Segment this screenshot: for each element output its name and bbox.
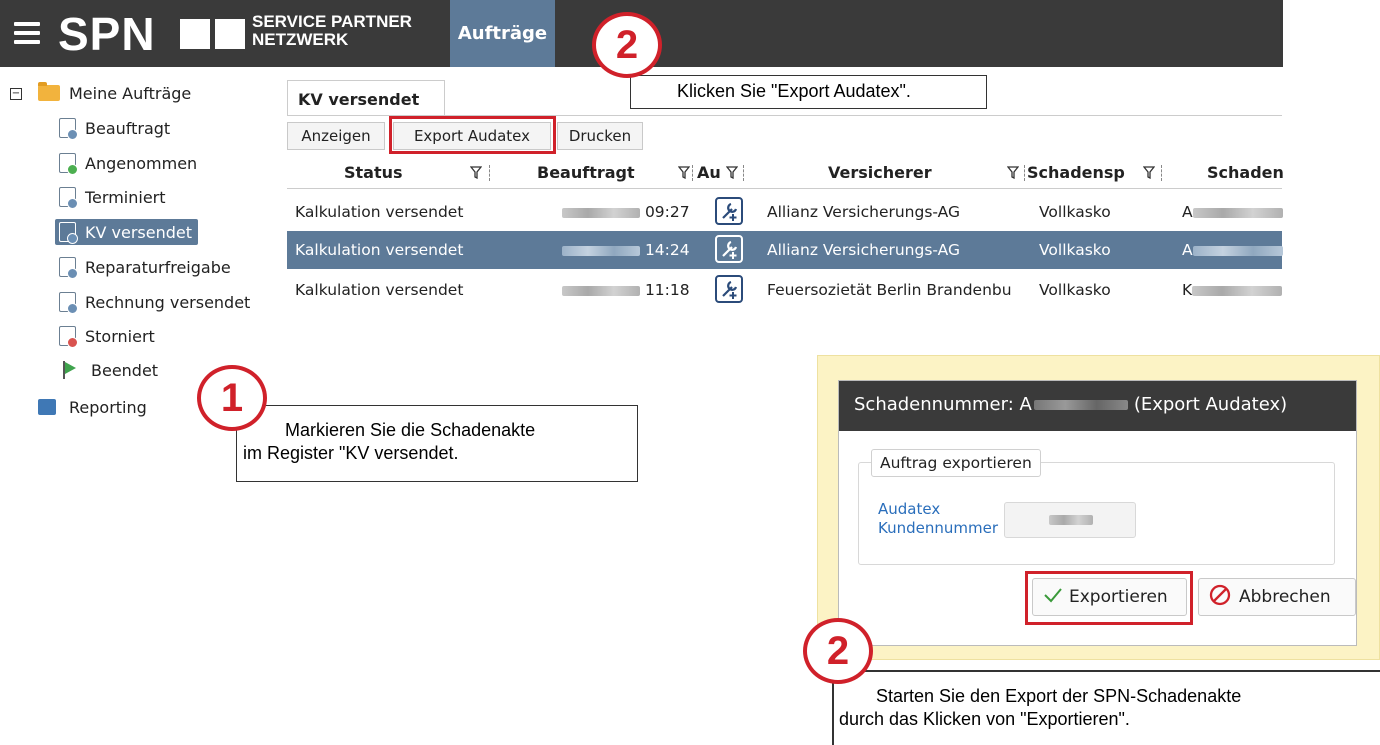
fieldset-legend: Auftrag exportieren	[871, 449, 1041, 477]
table-header: Status Beauftragt Au Versicherer Schaden…	[287, 155, 1284, 189]
cell-beauftragt: 09:27	[562, 203, 690, 221]
column-separator[interactable]	[1024, 165, 1025, 181]
logo-square-2	[215, 19, 245, 49]
cell-schadensparte: Vollkasko	[1039, 281, 1111, 299]
column-au[interactable]: Au	[697, 163, 721, 182]
report-book-icon	[38, 399, 56, 415]
step-badge-2: 2	[592, 12, 662, 78]
sidebar-item-storniert[interactable]: Storniert	[59, 323, 155, 349]
filter-icon[interactable]	[678, 166, 690, 179]
sidebar-item-terminiert[interactable]: Terminiert	[59, 184, 166, 210]
column-beauftragt[interactable]: Beauftragt	[537, 163, 635, 182]
sidebar-item-rechnung-versendet[interactable]: Rechnung versendet	[59, 289, 250, 315]
cell-status: Kalkulation versendet	[295, 241, 464, 259]
document-clock-icon	[59, 187, 78, 209]
cell-schadensparte: Vollkasko	[1039, 241, 1111, 259]
column-schaden[interactable]: Schaden	[1207, 163, 1284, 182]
cell-schaden: K	[1182, 281, 1283, 299]
sidebar-item-angenommen[interactable]: Angenommen	[59, 150, 197, 176]
filter-icon[interactable]	[470, 166, 482, 179]
filter-icon[interactable]	[1007, 166, 1019, 179]
anzeigen-button[interactable]: Anzeigen	[287, 122, 385, 150]
column-status[interactable]: Status	[344, 163, 403, 182]
sidebar-item-kv-versendet[interactable]: KV versendet	[55, 219, 199, 245]
table-row[interactable]: Kalkulation versendet 11:18 Feuersozietä…	[287, 271, 1283, 309]
wrench-plus-icon[interactable]	[715, 275, 743, 303]
audatex-kundennummer-field[interactable]	[1004, 502, 1136, 538]
callout-line-step3	[832, 670, 1380, 672]
callout-text-step3-line2: durch das Klicken von "Exportieren".	[839, 709, 1130, 729]
cell-schadensparte: Vollkasko	[1039, 203, 1111, 221]
callout-text-step2: Klicken Sie "Export Audatex".	[677, 81, 911, 101]
cell-versicherer: Allianz Versicherungs-AG	[767, 203, 961, 221]
cancel-circle-icon	[1209, 584, 1231, 611]
wrench-plus-icon[interactable]	[715, 197, 743, 225]
brand-logo: SPN	[58, 8, 156, 60]
table-row[interactable]: Kalkulation versendet 09:27 Allianz Vers…	[287, 193, 1283, 231]
sidebar-item-beauftragt[interactable]: Beauftragt	[59, 115, 170, 141]
step-badge-1: 1	[197, 365, 267, 431]
cell-beauftragt: 14:24	[562, 241, 690, 259]
filter-icon[interactable]	[1143, 166, 1155, 179]
drucken-button[interactable]: Drucken	[557, 122, 643, 150]
callout-text-step3-line1: Starten Sie den Export der SPN-Schadenak…	[876, 686, 1242, 706]
document-edit-icon	[59, 257, 78, 279]
tree-root-meine-auftraege[interactable]: Meine Aufträge	[38, 80, 191, 106]
table-row-selected[interactable]: Kalkulation versendet 14:24 Allianz Vers…	[287, 231, 1283, 269]
sidebar-item-reporting[interactable]: Reporting	[38, 394, 147, 420]
document-icon	[59, 118, 78, 140]
column-separator[interactable]	[743, 165, 744, 181]
abbrechen-button[interactable]: Abbrechen	[1198, 578, 1356, 616]
sidebar-item-reparaturfreigabe[interactable]: Reparaturfreigabe	[59, 254, 231, 280]
filter-icon[interactable]	[726, 166, 738, 179]
callout-text-step1-line2: im Register "KV versendet.	[243, 443, 459, 463]
brand-subtitle: SERVICE PARTNER NETZWERK	[252, 12, 412, 49]
column-separator[interactable]	[692, 165, 693, 181]
document-invoice-icon	[59, 292, 78, 314]
cell-status: Kalkulation versendet	[295, 203, 464, 221]
column-schadensparte[interactable]: Schadensp	[1027, 163, 1141, 182]
wrench-plus-icon[interactable]	[715, 235, 743, 263]
tree-collapse-toggle[interactable]: −	[10, 88, 22, 100]
document-accepted-icon	[59, 153, 78, 175]
sidebar-item-beendet[interactable]: Beendet	[59, 357, 158, 383]
logo-square-1	[180, 19, 210, 49]
hamburger-menu-icon[interactable]	[14, 22, 40, 44]
cell-schaden: A	[1182, 203, 1283, 221]
cell-beauftragt: 11:18	[562, 281, 690, 299]
column-separator[interactable]	[489, 165, 490, 181]
flag-icon	[63, 361, 77, 379]
column-versicherer[interactable]: Versicherer	[828, 163, 932, 182]
folder-icon	[38, 82, 60, 101]
document-cancelled-icon	[59, 326, 78, 348]
cell-versicherer: Allianz Versicherungs-AG	[767, 241, 961, 259]
column-separator[interactable]	[1161, 165, 1162, 181]
highlight-export-audatex	[389, 116, 556, 154]
nav-tab-auftraege[interactable]: Aufträge	[450, 0, 555, 67]
cell-schaden: A	[1182, 241, 1283, 259]
dialog-title: Schadennummer: A (Export Audatex)	[839, 381, 1356, 431]
cell-versicherer: Feuersozietät Berlin Brandenbu	[767, 281, 1012, 299]
tab-kv-versendet[interactable]: KV versendet	[287, 80, 445, 116]
highlight-exportieren	[1025, 571, 1193, 625]
document-sent-icon	[59, 222, 78, 244]
cell-status: Kalkulation versendet	[295, 281, 464, 299]
audatex-kundennummer-label: Audatex Kundennummer	[878, 500, 998, 537]
callout-text-step1-line1: Markieren Sie die Schadenakte	[285, 420, 536, 440]
step-badge-3: 2	[803, 618, 873, 684]
